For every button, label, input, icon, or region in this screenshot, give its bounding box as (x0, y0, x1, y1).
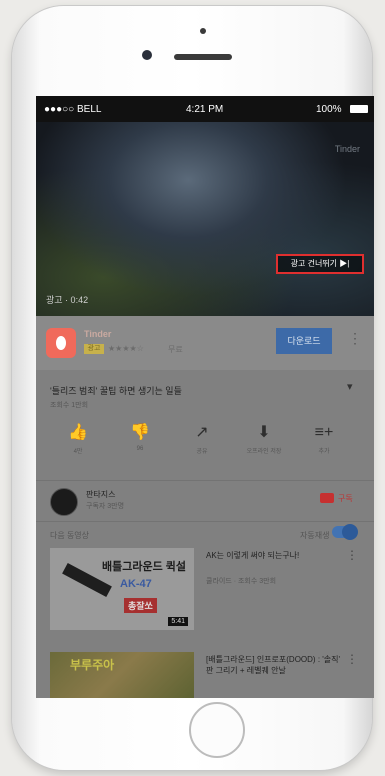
view-count: 조회수 1만회 (50, 402, 89, 409)
recommendation-title: AK는 이렇게 써야 되는구나! (206, 551, 300, 560)
add-to-playlist-button[interactable]: ≡+ 추가 (294, 422, 354, 455)
download-button[interactable]: ⬇ 오프라인 저장 (234, 422, 294, 455)
video-title: '틀리즈 범죄' 꿀팁 하면 생기는 일들 (50, 386, 182, 396)
recommendation-meta: 쿨라이드 · 조회수 3만회 (206, 578, 277, 585)
ad-card[interactable]: Tinder 광고 ★★★★☆ 무료 다운로드 ⋮ (36, 316, 374, 370)
status-bar: ●●●○○ BELL 4:21 PM 100% (36, 96, 374, 122)
recommendation-thumbnail[interactable]: 배틀그라운드 퀵설 AK-47 총잘쏘 5:41 (50, 548, 194, 630)
expand-description-icon[interactable]: ▾ (347, 380, 353, 393)
recommendation-item[interactable]: 배틀그라운드 퀵설 AK-47 총잘쏘 5:41 AK는 이렇게 써야 되는구나… (50, 548, 360, 630)
carrier-label: ●●●○○ BELL (44, 104, 102, 115)
share-button[interactable]: ↗ 공유 (172, 422, 232, 455)
skip-ad-button[interactable]: 광고 건너뛰기 ▶| (276, 254, 364, 274)
recommendation-thumbnail[interactable]: 부루주아 (50, 652, 194, 698)
thumbs-up-icon: 👍 (68, 424, 88, 441)
battery-percent: 100% (316, 104, 342, 115)
download-icon: ⬇ (257, 424, 271, 441)
subscriber-count: 구독자 3만명 (86, 503, 125, 510)
ad-menu-icon[interactable]: ⋮ (348, 330, 362, 347)
recommendation-menu-icon[interactable]: ⋮ (346, 652, 358, 666)
ad-watermark: Tinder (334, 144, 360, 154)
channel-avatar[interactable] (50, 488, 78, 516)
recommendation-menu-icon[interactable]: ⋮ (346, 548, 358, 562)
channel-name: 판타지스 (86, 490, 116, 499)
subscribe-button[interactable]: 구독 (338, 493, 353, 504)
home-button[interactable] (189, 702, 245, 758)
video-details-panel: Tinder 광고 ★★★★☆ 무료 다운로드 ⋮ '틀리즈 범죄' 꿀팁 하면… (36, 316, 374, 698)
thumb-text: 총잘쏘 (124, 598, 157, 613)
clock: 4:21 PM (186, 104, 224, 115)
duration-badge: 5:41 (168, 617, 188, 626)
earpiece-speaker (174, 54, 232, 60)
ad-countdown: 광고 · 0:42 (46, 295, 89, 305)
dislike-count: 96 (136, 446, 144, 452)
thumb-text: 배틀그라운드 퀵설 (102, 561, 187, 573)
thumb-text: 부루주아 (70, 658, 115, 672)
share-icon: ↗ (195, 424, 209, 441)
playlist-add-icon: ≡+ (314, 424, 334, 441)
like-count: 4만 (73, 449, 83, 455)
add-label: 추가 (318, 449, 330, 455)
recommendation-title: [배틀그라운드] 인프로포(DOOD) : '솔직' 판 그리기 + 레벨퀘 안… (206, 655, 341, 675)
share-label: 공유 (196, 449, 208, 455)
ad-badge: 광고 (84, 344, 104, 354)
ad-app-name: Tinder (84, 329, 112, 339)
like-button[interactable]: 👍 4만 (48, 422, 108, 455)
up-next-heading: 다음 동영상 (50, 531, 90, 540)
app-icon (46, 328, 76, 358)
phone-screen: ●●●○○ BELL 4:21 PM 100% Tinder 광고 건너뛰기 ▶… (36, 96, 374, 698)
dislike-button[interactable]: 👎 96 (110, 422, 170, 452)
channel-row[interactable]: 판타지스 구독자 3만명 구독 (36, 480, 374, 522)
proximity-sensor (200, 28, 206, 34)
autoplay-toggle[interactable] (332, 524, 358, 540)
battery-icon (350, 105, 368, 113)
download-label: 오프라인 저장 (246, 449, 282, 455)
ad-rating: ★★★★☆ (108, 344, 144, 353)
youtube-subscribe-icon (320, 493, 334, 503)
install-button[interactable]: 다운로드 (276, 328, 332, 354)
autoplay-label: 자동재생 (300, 531, 330, 540)
recommendation-item[interactable]: 부루주아 [배틀그라운드] 인프로포(DOOD) : '솔직' 판 그리기 + … (50, 652, 360, 698)
front-camera-icon (142, 50, 152, 60)
thumbs-down-icon: 👎 (130, 424, 150, 441)
action-bar: 👍 4만 👎 96 ↗ 공유 ⬇ 오프라인 저장 ≡+ 추가 (36, 422, 374, 472)
thumb-text: AK-47 (120, 578, 152, 590)
video-player[interactable]: Tinder 광고 건너뛰기 ▶| 광고 · 0:42 (36, 122, 374, 316)
ad-price: 무료 (168, 345, 183, 354)
